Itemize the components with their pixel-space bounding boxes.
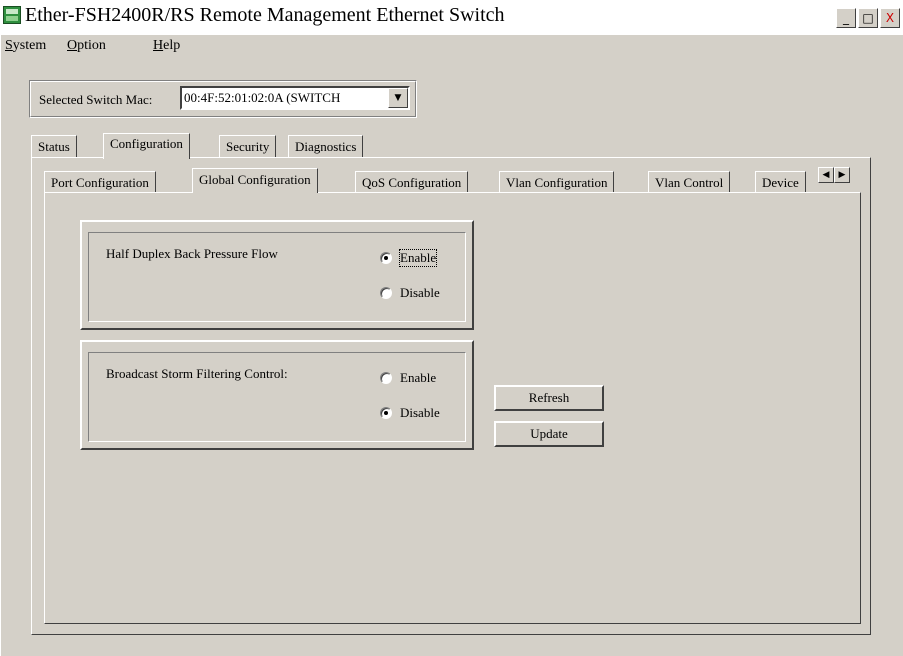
menu-help-mnemonic: H (153, 38, 164, 53)
maximize-button[interactable]: □ (858, 8, 878, 28)
switch-selector-group: Selected Switch Mac: 00:4F:52:01:02:0A (… (29, 80, 417, 118)
broadcast-storm-disable-label: Disable (400, 405, 440, 420)
update-button[interactable]: Update (494, 421, 604, 447)
tab-security[interactable]: Security (219, 135, 277, 157)
tab-device[interactable]: Device (755, 171, 806, 193)
tab-scroll-left-icon[interactable]: ◀ (818, 167, 834, 183)
dropdown-arrow-icon[interactable]: ▼ (388, 88, 408, 108)
tab-qos-configuration[interactable]: QoS Configuration (355, 171, 469, 193)
menu-system[interactable]: System (5, 38, 46, 54)
tab-vlan-configuration[interactable]: Vlan Configuration (499, 171, 615, 193)
broadcast-storm-label: Broadcast Storm Filtering Control: (106, 366, 288, 381)
menu-option-rest: ption (77, 38, 106, 53)
tab-status[interactable]: Status (31, 135, 77, 157)
tab-port-configuration[interactable]: Port Configuration (44, 171, 156, 193)
radio-selected-icon (380, 407, 392, 419)
menu-system-mnemonic: S (5, 38, 13, 53)
title-bar[interactable]: Ether-FSH2400R/RS Remote Management Ethe… (1, 1, 903, 35)
radio-unselected-icon (380, 287, 392, 299)
menu-system-rest: ystem (12, 38, 47, 53)
tab-vlan-control[interactable]: Vlan Control (648, 171, 731, 193)
switch-mac-combobox[interactable]: 00:4F:52:01:02:0A (SWITCH ▼ (180, 86, 410, 110)
radio-unselected-icon (380, 372, 392, 384)
window-title: Ether-FSH2400R/RS Remote Management Ethe… (25, 4, 505, 26)
menu-help-rest: elp (163, 38, 181, 53)
menu-bar: System Option Help (1, 35, 903, 59)
half-duplex-enable-label: Enable (398, 249, 438, 267)
main-window: Ether-FSH2400R/RS Remote Management Ethe… (0, 0, 903, 656)
app-icon (3, 6, 21, 24)
tab-configuration[interactable]: Configuration (103, 133, 190, 159)
global-configuration-panel: Half Duplex Back Pressure Flow Enable Di… (44, 192, 861, 624)
switch-mac-value: 00:4F:52:01:02:0A (SWITCH (184, 90, 341, 105)
half-duplex-group: Half Duplex Back Pressure Flow Enable Di… (80, 220, 474, 330)
menu-option[interactable]: Option (67, 38, 106, 54)
minimize-button[interactable]: _ (836, 8, 856, 28)
tab-diagnostics[interactable]: Diagnostics (288, 135, 364, 157)
menu-help[interactable]: Help (153, 38, 180, 54)
radio-selected-icon (380, 252, 392, 264)
half-duplex-label: Half Duplex Back Pressure Flow (106, 246, 278, 261)
broadcast-storm-group: Broadcast Storm Filtering Control: Enabl… (80, 340, 474, 450)
menu-option-mnemonic: O (67, 38, 78, 53)
broadcast-storm-enable-label: Enable (400, 370, 437, 385)
half-duplex-disable-label: Disable (400, 285, 440, 300)
tab-scroll-right-icon[interactable]: ▶ (834, 167, 850, 183)
close-button[interactable]: X (880, 8, 900, 28)
refresh-button[interactable]: Refresh (494, 385, 604, 411)
switch-selector-label: Selected Switch Mac: (39, 92, 153, 107)
tab-global-configuration[interactable]: Global Configuration (192, 168, 318, 193)
